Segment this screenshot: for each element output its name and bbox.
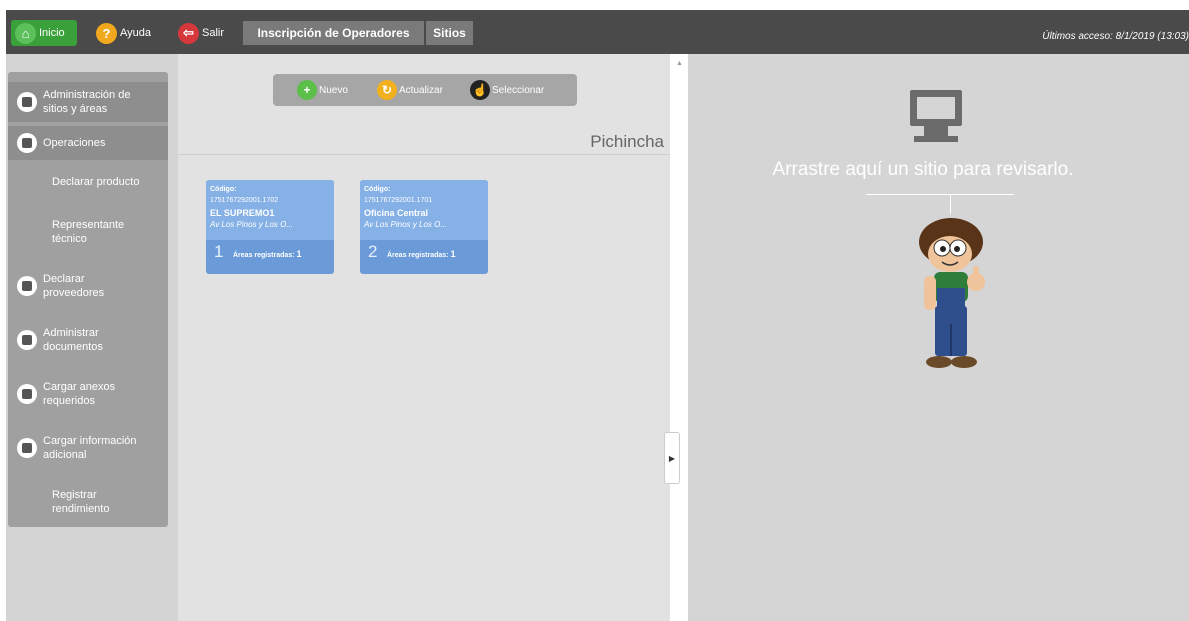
sidebar-item-label: Representante técnico	[52, 219, 125, 245]
areas-count: 1	[450, 249, 456, 259]
tab-inscripcion-operadores[interactable]: Inscripción de Operadores	[243, 21, 424, 45]
sidebar-item-representante-tecnico[interactable]: Representante técnico	[8, 212, 168, 252]
sidebar-item-label: Declarar proveedores	[43, 273, 105, 299]
nuevo-label: Nuevo	[319, 84, 348, 96]
sites-toolbar: + Nuevo ↻ Actualizar ☝ Seleccionar	[273, 74, 577, 106]
inicio-button[interactable]: ⌂ Inicio	[11, 20, 77, 46]
exit-icon: ⇦	[178, 22, 199, 44]
areas-registered: Áreas registradas: 1	[387, 249, 455, 259]
mascot-pupil-left	[940, 246, 946, 252]
site-address: Av Los Pinos y Los O...	[364, 220, 448, 229]
site-name: EL SUPREMO1	[210, 208, 275, 218]
sidebar-item-cargar-informacion[interactable]: Cargar información adicional	[8, 428, 168, 468]
scroll-up-icon[interactable]: ▲	[676, 60, 683, 67]
nuevo-button[interactable]: + Nuevo	[297, 79, 348, 101]
seleccionar-button[interactable]: ☝ Seleccionar	[470, 79, 544, 101]
sidebar-item-label: Operaciones	[43, 137, 106, 149]
plus-icon: +	[297, 80, 317, 100]
mascot-shoe-right	[951, 356, 977, 368]
upload-info-icon	[17, 438, 37, 458]
sidebar-item-administrar-documentos[interactable]: Administrar documentos	[8, 320, 168, 360]
site-code: 1751767292001.1702	[210, 197, 279, 204]
mascot-thumb	[973, 266, 979, 278]
sidebar-item-label: Administrar documentos	[43, 327, 103, 353]
site-name: Oficina Central	[364, 208, 429, 218]
code-label: Código:	[364, 186, 391, 193]
sidebar: Administración de sitios y áreas Operaci…	[8, 72, 168, 527]
sidebar-item-declarar-producto[interactable]: Declarar producto	[8, 167, 168, 197]
speech-bubble-tail	[950, 194, 951, 214]
sidebar-item-label: Cargar información adicional	[43, 435, 137, 461]
sidebar-item-registrar-rendimiento[interactable]: Registrar rendimiento	[8, 482, 168, 522]
salir-label: Salir	[202, 27, 225, 39]
code-label: Código:	[210, 186, 237, 193]
site-card[interactable]: Código: 1751767292001.1702 EL SUPREMO1 A…	[206, 180, 334, 274]
inicio-label: Inicio	[39, 27, 65, 39]
panel-splitter[interactable]: ▲ ▶	[664, 54, 688, 621]
documents-icon	[17, 330, 37, 350]
salir-button[interactable]: ⇦ Salir	[178, 20, 228, 46]
last-access-text: Últimos acceso: 8/1/2019 (13:03)	[1042, 31, 1189, 42]
sites-icon	[17, 92, 37, 112]
areas-label: Áreas registradas:	[387, 252, 449, 259]
mascot-leg-divider	[950, 324, 952, 356]
seleccionar-label: Seleccionar	[492, 84, 545, 96]
site-card[interactable]: Código: 1751767292001.1701 Oficina Centr…	[360, 180, 488, 274]
site-number: 2	[368, 242, 378, 261]
actualizar-label: Actualizar	[399, 84, 443, 96]
app-frame: ⌂ Inicio ? Ayuda ⇦ Salir Inscripción de …	[6, 10, 1189, 621]
divider	[178, 154, 670, 155]
attachment-icon	[17, 384, 37, 404]
review-drop-zone[interactable]: Arrastre aquí un sitio para revisarlo.	[688, 54, 1189, 621]
areas-label: Áreas registradas:	[233, 252, 295, 259]
home-icon: ⌂	[15, 22, 36, 44]
sidebar-item-cargar-anexos[interactable]: Cargar anexos requeridos	[8, 374, 168, 414]
arrow-right-icon: ▶	[668, 453, 676, 463]
sidebar-item-administracion[interactable]: Administración de sitios y áreas	[8, 82, 168, 122]
sidebar-item-label: Registrar rendimiento	[52, 489, 110, 515]
region-title: Pichincha	[590, 132, 664, 151]
sidebar-item-label: Declarar producto	[52, 176, 140, 188]
tab-sitios[interactable]: Sitios	[426, 21, 473, 45]
monitor-icon	[910, 90, 962, 126]
monitor-stand	[924, 126, 948, 136]
collapse-panel-button[interactable]: ▶	[664, 432, 680, 484]
sidebar-item-operaciones[interactable]: Operaciones	[8, 126, 168, 160]
site-code: 1751767292001.1701	[364, 197, 433, 204]
help-icon: ?	[96, 22, 117, 44]
speech-bubble-line	[866, 194, 1014, 195]
monitor-base	[914, 136, 958, 142]
mascot-shoe-left	[926, 356, 952, 368]
site-number: 1	[214, 242, 224, 261]
sidebar-item-label: Administración de sitios y áreas	[43, 89, 131, 115]
mascot-arm-left	[924, 276, 936, 310]
drop-hint-text: Arrastre aquí un sitio para revisarlo.	[772, 159, 1074, 180]
sidebar-item-declarar-proveedores[interactable]: Declarar proveedores	[8, 266, 168, 306]
actualizar-button[interactable]: ↻ Actualizar	[377, 79, 443, 101]
ayuda-label: Ayuda	[120, 27, 151, 39]
areas-count: 1	[296, 249, 302, 259]
refresh-icon: ↻	[377, 80, 397, 100]
select-icon: ☝	[470, 80, 490, 100]
suppliers-icon	[17, 276, 37, 296]
top-bar: ⌂ Inicio ? Ayuda ⇦ Salir Inscripción de …	[6, 10, 1189, 54]
areas-registered: Áreas registradas: 1	[233, 249, 301, 259]
ayuda-button[interactable]: ? Ayuda	[96, 20, 164, 46]
sites-panel: + Nuevo ↻ Actualizar ☝ Seleccionar Pichi…	[178, 54, 670, 621]
site-address: Av Los Pinos y Los O...	[210, 220, 294, 229]
mascot-illustration	[919, 218, 985, 368]
mascot-face	[928, 236, 972, 272]
sidebar-item-label: Cargar anexos requeridos	[43, 381, 116, 407]
mascot-pupil-right	[954, 246, 960, 252]
operations-icon	[17, 133, 37, 153]
